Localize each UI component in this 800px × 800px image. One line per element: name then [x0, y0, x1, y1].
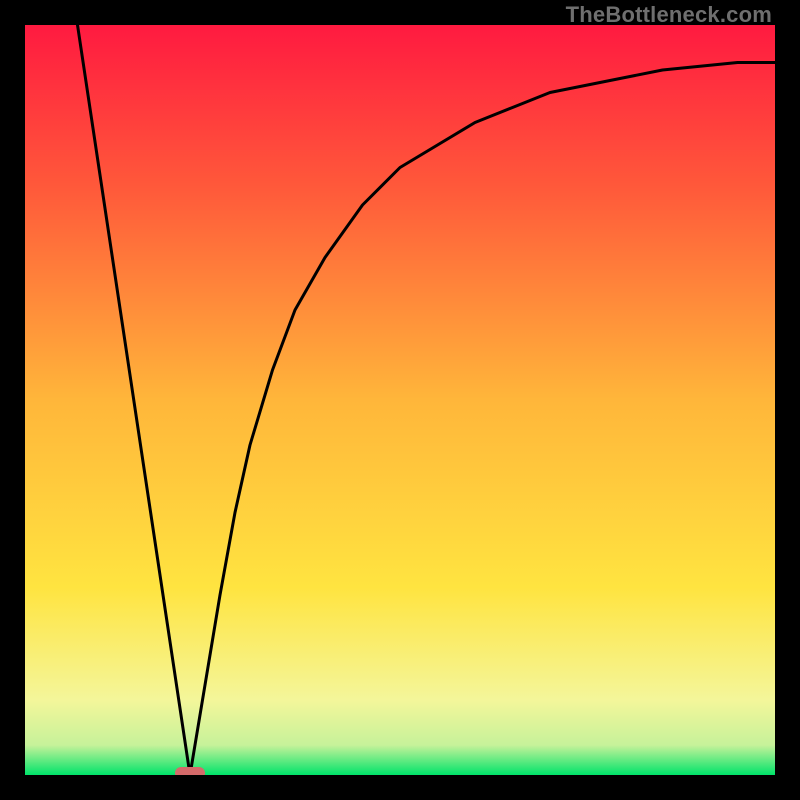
chart-svg	[25, 25, 775, 775]
gradient-background	[25, 25, 775, 775]
minimum-marker	[175, 767, 205, 775]
chart-plot-area	[25, 25, 775, 775]
chart-frame: TheBottleneck.com	[0, 0, 800, 800]
